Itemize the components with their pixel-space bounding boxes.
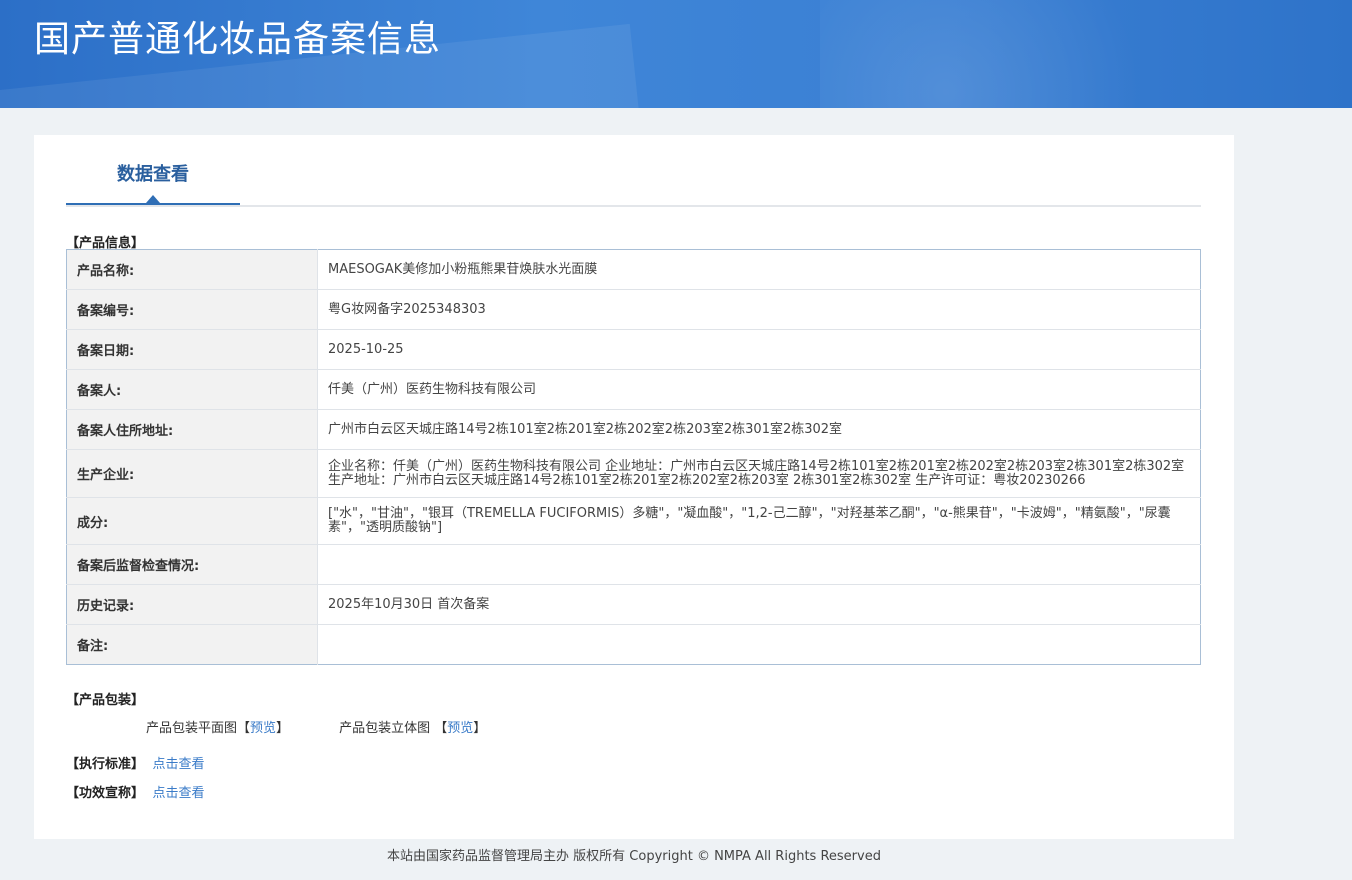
page-title: 国产普通化妆品备案信息 bbox=[34, 19, 442, 60]
row-value: 仟美（广州）医药生物科技有限公司 bbox=[317, 369, 1201, 410]
section-efficacy: 【功效宣称】 点击查看 bbox=[66, 786, 205, 801]
table-row: 生产企业: 企业名称：仟美（广州）医药生物科技有限公司 企业地址：广州市白云区天城… bbox=[66, 449, 1201, 498]
tab-caret-icon bbox=[146, 195, 160, 203]
row-label: 备案人住所地址: bbox=[66, 409, 318, 450]
table-row: 备案日期: 2025-10-25 bbox=[66, 329, 1201, 370]
row-label: 产品名称: bbox=[66, 249, 318, 290]
product-info-table: 产品名称: MAESOGAK美修加小粉瓶熊果苷焕肤水光面膜 备案编号: 粤G妆网备字2… bbox=[66, 249, 1201, 665]
row-value bbox=[317, 544, 1201, 585]
row-label: 历史记录: bbox=[66, 584, 318, 625]
row-label: 生产企业: bbox=[66, 449, 318, 498]
row-value: 广州市白云区天城庄路14号2栋101室2栋201室2栋202室2栋203室2栋3… bbox=[317, 409, 1201, 450]
row-label: 备案后监督检查情况: bbox=[66, 544, 318, 585]
page-header: 国产普通化妆品备案信息 bbox=[0, 0, 1352, 108]
table-row: 成分: ["水"，"甘油"，"银耳（TREMELLA FUCIFORMIS）多糖"… bbox=[66, 497, 1201, 545]
row-value: MAESOGAK美修加小粉瓶熊果苷焕肤水光面膜 bbox=[317, 249, 1201, 290]
table-row: 备注: bbox=[66, 624, 1201, 665]
row-label: 成分: bbox=[66, 497, 318, 545]
row-value: ["水"，"甘油"，"银耳（TREMELLA FUCIFORMIS）多糖"，"凝… bbox=[317, 497, 1201, 545]
row-value: 企业名称：仟美（广州）医药生物科技有限公司 企业地址：广州市白云区天城庄路14号… bbox=[317, 449, 1201, 498]
tab-bar: 数据查看 bbox=[66, 135, 1201, 207]
packaging-row: 产品包装平面图【预览】 产品包装立体图 【预览】 bbox=[146, 721, 487, 736]
section-packaging: 【产品包装】 bbox=[66, 693, 145, 708]
table-row: 产品名称: MAESOGAK美修加小粉瓶熊果苷焕肤水光面膜 bbox=[66, 249, 1201, 290]
cube-image-label: 产品包装立体图 bbox=[339, 721, 431, 736]
table-row: 备案编号: 粤G妆网备字2025348303 bbox=[66, 289, 1201, 330]
content-card: 数据查看 【产品信息】 产品名称: MAESOGAK美修加小粉瓶熊果苷焕肤水光面膜… bbox=[34, 135, 1234, 839]
flat-image-preview-link[interactable]: 预览 bbox=[250, 721, 276, 736]
table-row: 备案人住所地址: 广州市白云区天城庄路14号2栋101室2栋201室2栋202室2… bbox=[66, 409, 1201, 450]
row-label: 备案日期: bbox=[66, 329, 318, 370]
flat-image-label: 产品包装平面图 bbox=[146, 721, 238, 736]
row-label: 备案人: bbox=[66, 369, 318, 410]
row-label: 备案编号: bbox=[66, 289, 318, 330]
row-value bbox=[318, 625, 1201, 665]
row-value: 2025年10月30日 首次备案 bbox=[317, 584, 1201, 625]
footer-copyright: 本站由国家药品监督管理局主办 版权所有 Copyright © NMPA All… bbox=[387, 849, 881, 864]
efficacy-view-link[interactable]: 点击查看 bbox=[153, 786, 205, 801]
row-value: 2025-10-25 bbox=[317, 329, 1201, 370]
section-standard: 【执行标准】 点击查看 bbox=[66, 757, 205, 772]
row-value: 粤G妆网备字2025348303 bbox=[317, 289, 1201, 330]
cube-image-preview-link[interactable]: 预览 bbox=[447, 721, 473, 736]
table-row: 备案后监督检查情况: bbox=[66, 544, 1201, 585]
row-label: 备注: bbox=[66, 624, 318, 665]
standard-view-link[interactable]: 点击查看 bbox=[153, 757, 205, 772]
table-row: 备案人: 仟美（广州）医药生物科技有限公司 bbox=[66, 369, 1201, 410]
table-row: 历史记录: 2025年10月30日 首次备案 bbox=[66, 584, 1201, 625]
